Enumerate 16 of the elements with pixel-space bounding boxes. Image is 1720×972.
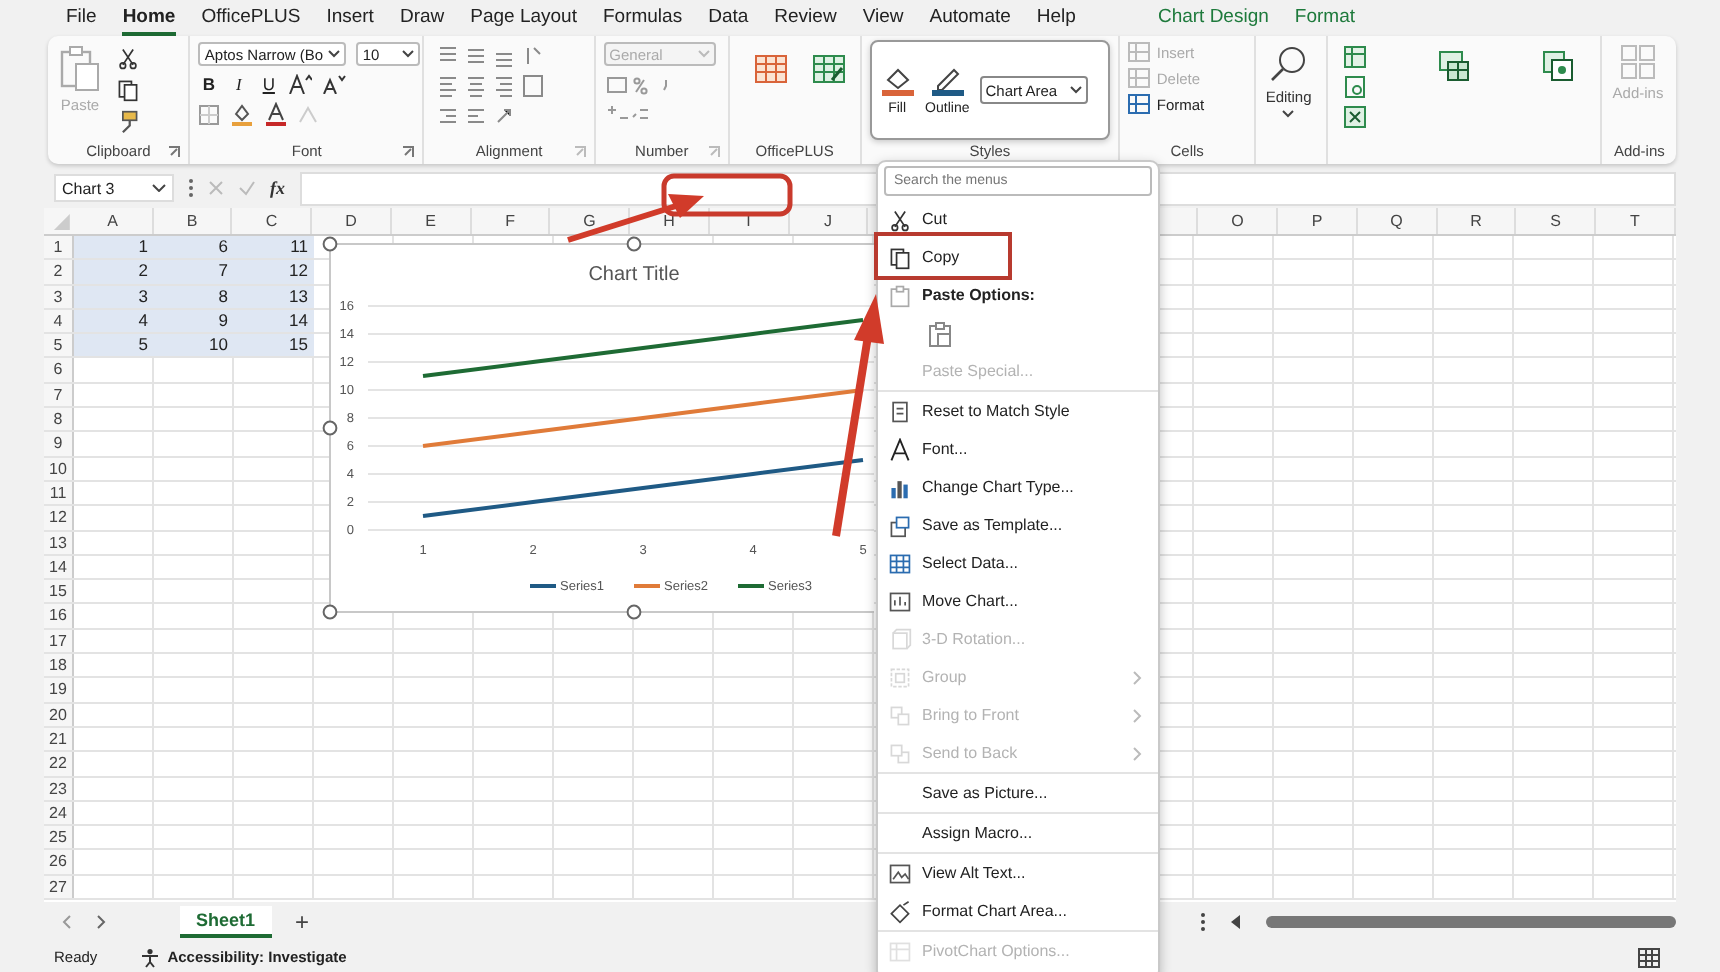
table-cell: 15 — [234, 334, 314, 357]
table-cell: 10 — [154, 334, 234, 357]
table-cell: 8 — [154, 285, 234, 308]
table-cell: 11 — [234, 236, 314, 259]
menu-section-header: Paste Options: — [922, 286, 1035, 304]
table-cell: 13 — [234, 285, 314, 308]
table-cell: 5 — [74, 334, 154, 357]
table-cell: 7 — [154, 260, 234, 284]
table-cell: 3 — [74, 285, 154, 308]
table-cell: 14 — [234, 309, 314, 333]
table-cell: 2 — [74, 260, 154, 284]
table-cell: 6 — [154, 236, 234, 259]
table-cell: 1 — [74, 236, 154, 259]
table-cell: 12 — [234, 260, 314, 284]
table-cell: 9 — [154, 309, 234, 333]
table-cell: 4 — [74, 309, 154, 333]
